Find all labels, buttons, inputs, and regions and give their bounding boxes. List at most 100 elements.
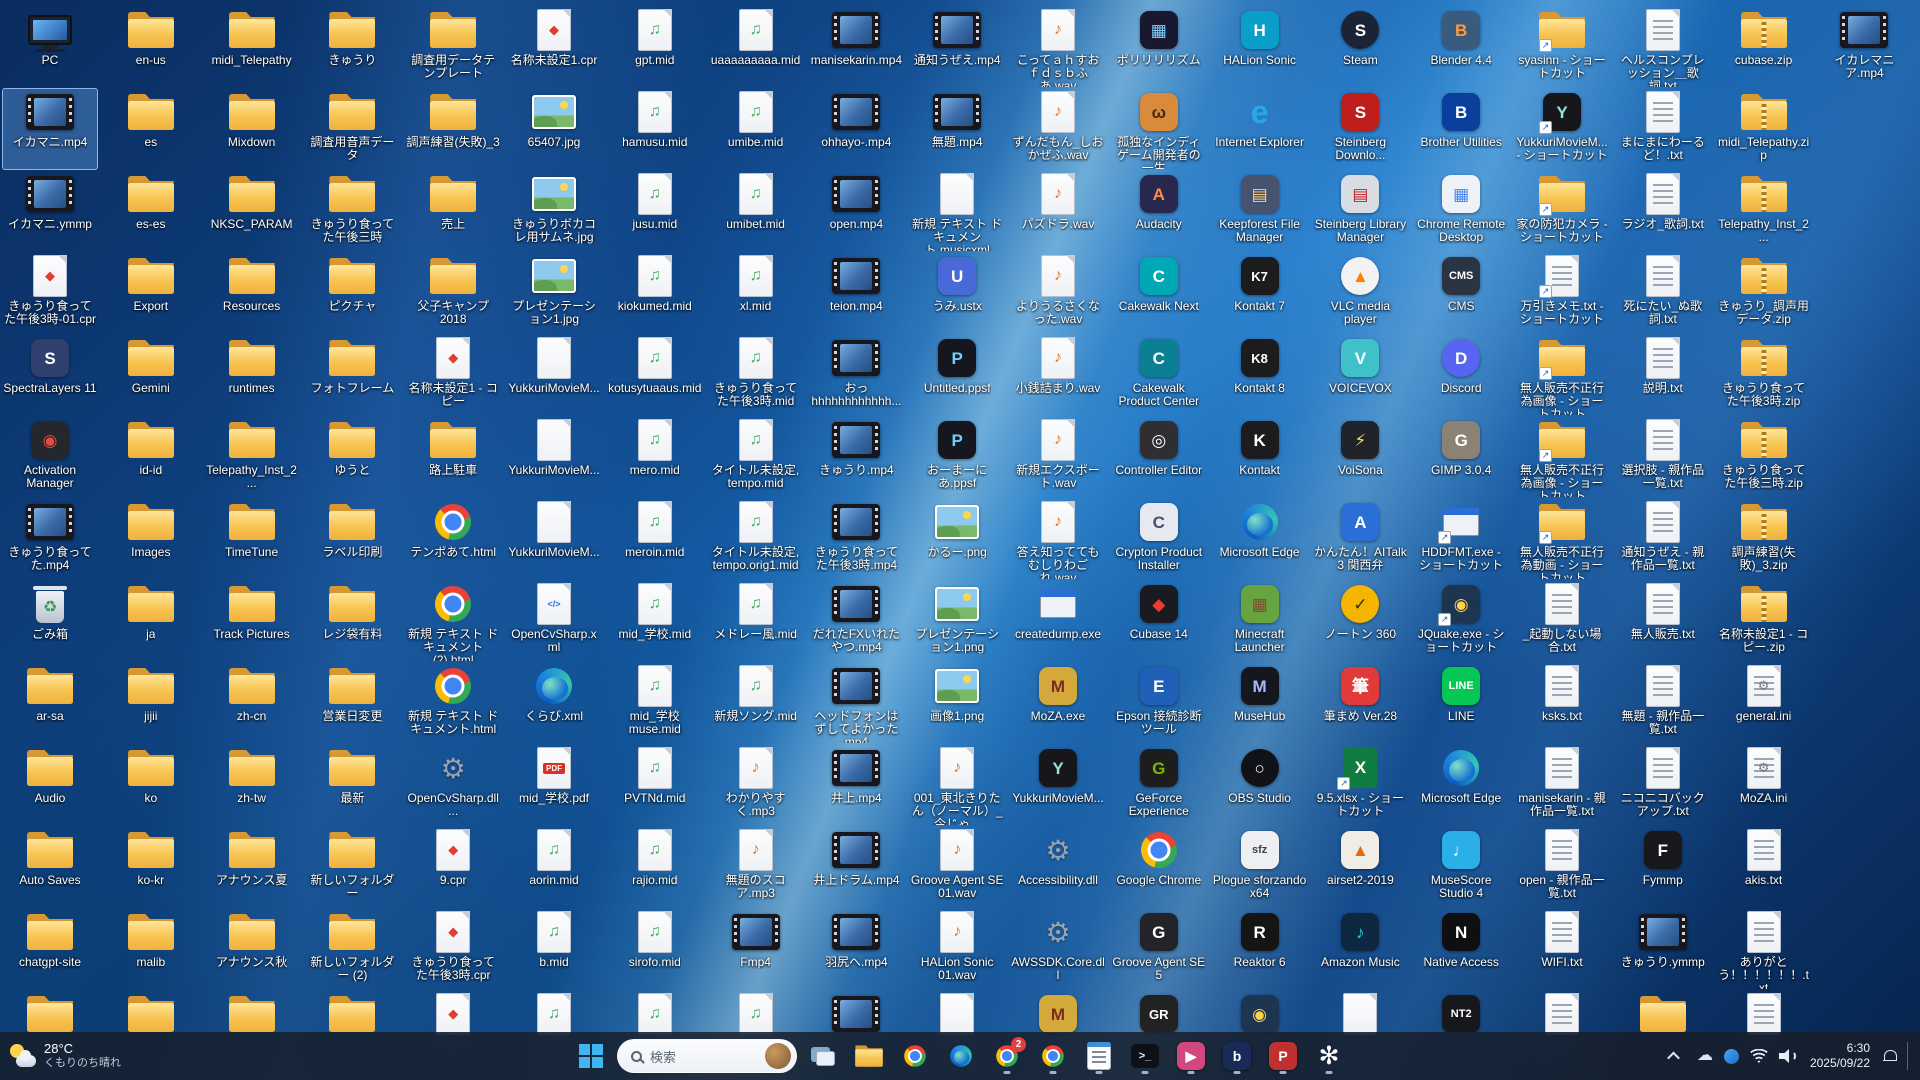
desktop-icon[interactable]: プレゼンテーション1.png (909, 580, 1005, 662)
desktop-icon[interactable]: K8Kontakt 8 (1212, 334, 1308, 416)
desktop-icon[interactable]: ja (103, 580, 199, 662)
desktop-icon[interactable]: ◆きゅうり食ってた午後3時.cpr (405, 908, 501, 990)
desktop-icon[interactable]: ♪001_東北きりたん（ノーマル）_今じゃ... (909, 744, 1005, 826)
desktop-icon[interactable]: MMoZA.exe (1010, 662, 1106, 744)
search-box[interactable]: 検索 (617, 1039, 797, 1073)
desktop-icon[interactable]: Aかんたん！AITalk 3 関西弁 (1312, 498, 1408, 580)
desktop-icon[interactable]: es-es (103, 170, 199, 252)
navy-b-app-taskbar-button[interactable]: b (1217, 1036, 1257, 1076)
desktop-icon[interactable]: jijii (103, 662, 199, 744)
desktop-icon[interactable]: open.mp4 (808, 170, 904, 252)
desktop-icon[interactable]: イカマニ.mp4 (2, 88, 98, 170)
desktop-icon[interactable]: ♫umibet.mid (708, 170, 804, 252)
desktop-icon[interactable]: FFymmp (1615, 826, 1711, 908)
desktop-icon[interactable]: ⚙general.ini (1716, 662, 1812, 744)
desktop-icon[interactable]: 死にたい_ぬ歌詞.txt (1615, 252, 1711, 334)
google-chrome-taskbar-button[interactable] (895, 1036, 935, 1076)
desktop-icon[interactable]: きゅうり食ってた午後三時.zip (1716, 416, 1812, 498)
weather-widget[interactable]: 28°C くもりのち晴れ (10, 1032, 121, 1080)
desktop-icon[interactable]: YukkuriMovieM... (506, 334, 602, 416)
desktop-icon[interactable]: ♫b.mid (506, 908, 602, 990)
desktop-icon[interactable]: CCrypton Product Installer (1111, 498, 1207, 580)
desktop-icon[interactable]: ♩MuseScore Studio 4 (1413, 826, 1509, 908)
desktop-icon[interactable]: BBrother Utilities (1413, 88, 1509, 170)
desktop-icon[interactable]: ニコニコバックアップ.txt (1615, 744, 1711, 826)
desktop-icon[interactable]: teion.mp4 (808, 252, 904, 334)
desktop-icon[interactable]: VVOICEVOX (1312, 334, 1408, 416)
desktop-icon[interactable]: ◎Controller Editor (1111, 416, 1207, 498)
desktop-icon[interactable]: HHALion Sonic (1212, 6, 1308, 88)
desktop-icon[interactable]: 新規 テキスト ドキュメント.musicxml (909, 170, 1005, 252)
desktop-icon[interactable]: zh-cn (204, 662, 300, 744)
desktop-icon[interactable]: WIFI.txt (1514, 908, 1610, 990)
desktop-icon[interactable]: ⚙OpenCvSharp.dll... (405, 744, 501, 826)
desktop-icon[interactable]: Telepathy_Inst_2... (204, 416, 300, 498)
desktop-icon[interactable]: ▲VLC media player (1312, 252, 1408, 334)
desktop-icon[interactable]: ↗無人販売不正行為画像 - ショートカット (1514, 416, 1610, 498)
desktop-icon[interactable]: 営業日変更 (304, 662, 400, 744)
desktop-icon[interactable]: Pおーまーにあ.ppsf (909, 416, 1005, 498)
desktop-icon[interactable]: ラジオ_歌詞.txt (1615, 170, 1711, 252)
chatgpt-taskbar-button[interactable]: ✻ (1309, 1036, 1349, 1076)
desktop-icon[interactable]: ✓ノートン 360 (1312, 580, 1408, 662)
google-chrome-taskbar-button[interactable] (1033, 1036, 1073, 1076)
desktop-icon[interactable]: ↗無人販売不正行為画像 - ショートカット (1514, 334, 1610, 416)
desktop-icon[interactable]: AAudacity (1111, 170, 1207, 252)
desktop-icon[interactable]: MMuseHub (1212, 662, 1308, 744)
desktop-icon[interactable]: LINELINE (1413, 662, 1509, 744)
tray-overflow-button[interactable] (1662, 1040, 1686, 1072)
desktop-icon[interactable]: ♫PVTNd.mid (607, 744, 703, 826)
tray-app-icon[interactable] (1724, 1049, 1739, 1064)
desktop-icon[interactable]: ↗家の防犯カメラ - ショートカット (1514, 170, 1610, 252)
desktop-icon[interactable]: ♫meroin.mid (607, 498, 703, 580)
desktop-icon[interactable]: midi_Telepathy.zip (1716, 88, 1812, 170)
desktop-icon[interactable]: ヘッドフォンはずしてよかったmp4 (808, 662, 904, 744)
desktop-icon[interactable]: ♫umibe.mid (708, 88, 804, 170)
desktop-icon[interactable]: malib (103, 908, 199, 990)
desktop-icon[interactable]: 調声練習(失敗)_3 (405, 88, 501, 170)
desktop-icon[interactable]: 通知うぜえ.mp4 (909, 6, 1005, 88)
desktop-icon[interactable]: Microsoft Edge (1413, 744, 1509, 826)
desktop-icon[interactable]: runtimes (204, 334, 300, 416)
desktop-icon[interactable]: chatgpt-site (2, 908, 98, 990)
moviemaker-pink-app-taskbar-button[interactable]: ▶ (1171, 1036, 1211, 1076)
desktop-icon[interactable]: テンポあて.html (405, 498, 501, 580)
desktop-icon[interactable]: Images (103, 498, 199, 580)
desktop-icon[interactable]: ↗HDDFMT.exe - ショートカット (1413, 498, 1509, 580)
desktop-icon[interactable]: ♪よりうるさくなった.wav (1010, 252, 1106, 334)
desktop-icon[interactable]: 井上ドラム.mp4 (808, 826, 904, 908)
desktop-icon[interactable]: 父子キャンプ2018 (405, 252, 501, 334)
desktop-icon[interactable]: sfzPlogue sforzando x64 (1212, 826, 1308, 908)
desktop-icon[interactable]: BBlender 4.4 (1413, 6, 1509, 88)
desktop-icon[interactable]: ↗無人販売不正行為動画 - ショートカット (1514, 498, 1610, 580)
desktop-icon[interactable]: ♪無題のスコア.mp3 (708, 826, 804, 908)
desktop-icon[interactable]: ♫uaaaaaaaaa.mid (708, 6, 804, 88)
desktop-icon[interactable]: ◆名称未設定1.cpr (506, 6, 602, 88)
desktop-icon[interactable]: Y↗YukkuriMovieM... - ショートカット (1514, 88, 1610, 170)
desktop-icon[interactable]: CMSCMS (1413, 252, 1509, 334)
desktop-icon[interactable]: ♪答え知っててもむしりわごれ.wav (1010, 498, 1106, 580)
desktop-icon[interactable]: open - 親作品一覧.txt (1514, 826, 1610, 908)
search-highlight-image[interactable] (765, 1043, 791, 1069)
desktop-icon[interactable]: ◆名称未設定1 - コピー (405, 334, 501, 416)
desktop-icon[interactable]: ♫aorin.mid (506, 826, 602, 908)
show-desktop-button[interactable] (1907, 1042, 1912, 1071)
desktop-icon[interactable]: ♫メドレー風.mid (708, 580, 804, 662)
desktop-icon[interactable]: Auto Saves (2, 826, 98, 908)
desktop-icon[interactable]: YukkuriMovieM... (506, 498, 602, 580)
desktop-icon[interactable]: </>OpenCvSharp.xml (506, 580, 602, 662)
desktop-icon[interactable]: Fmp4 (708, 908, 804, 990)
task-view-taskbar-button[interactable] (803, 1036, 843, 1076)
desktop-icon[interactable]: アナウンス秋 (204, 908, 300, 990)
desktop-icon[interactable]: KKontakt (1212, 416, 1308, 498)
desktop-icon[interactable]: ヘルスコンプレッション＿歌詞.txt (1615, 6, 1711, 88)
desktop-icon[interactable]: ◉Activation Manager (2, 416, 98, 498)
desktop-icon[interactable]: Microsoft Edge (1212, 498, 1308, 580)
desktop-icon[interactable]: Audio (2, 744, 98, 826)
desktop-icon[interactable]: CCakewalk Next (1111, 252, 1207, 334)
desktop-icon[interactable]: ar-sa (2, 662, 98, 744)
desktop-icon[interactable]: ♫rajio.mid (607, 826, 703, 908)
desktop-icon[interactable]: ♫xl.mid (708, 252, 804, 334)
desktop-icon[interactable]: ♪こってａｈすおｆｄｓｂふあ.wav (1010, 6, 1106, 88)
desktop-icon[interactable]: イカマニ.ymmp (2, 170, 98, 252)
